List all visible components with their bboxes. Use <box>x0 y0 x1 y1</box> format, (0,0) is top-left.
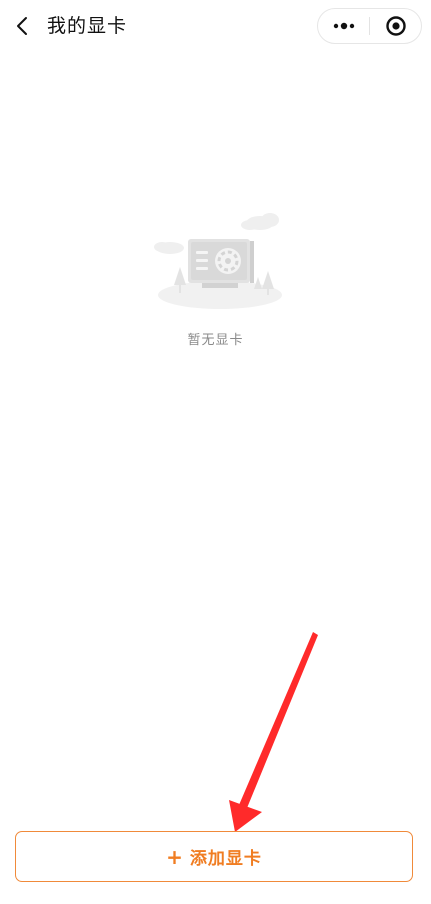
plus-icon: + <box>166 844 184 869</box>
nav-header: 我的显卡 <box>0 0 431 52</box>
add-graphics-card-button[interactable]: + 添加显卡 <box>15 831 413 882</box>
more-button[interactable] <box>318 9 369 43</box>
chevron-left-icon <box>17 17 27 35</box>
target-circle-icon <box>385 16 406 36</box>
add-button-label: 添加显卡 <box>189 849 262 869</box>
empty-state-message: 暂无显卡 <box>187 333 244 348</box>
back-button[interactable] <box>10 12 34 40</box>
close-mini-program-button[interactable] <box>370 9 421 43</box>
page: 我的显卡 暂无显卡 + 添加显卡 <box>0 0 431 904</box>
mini-program-capsule <box>317 8 422 44</box>
empty-graphics-card-illustration <box>154 213 282 309</box>
annotation-arrow <box>229 632 318 832</box>
page-title: 我的显卡 <box>47 15 128 37</box>
more-dots-icon <box>333 22 354 30</box>
